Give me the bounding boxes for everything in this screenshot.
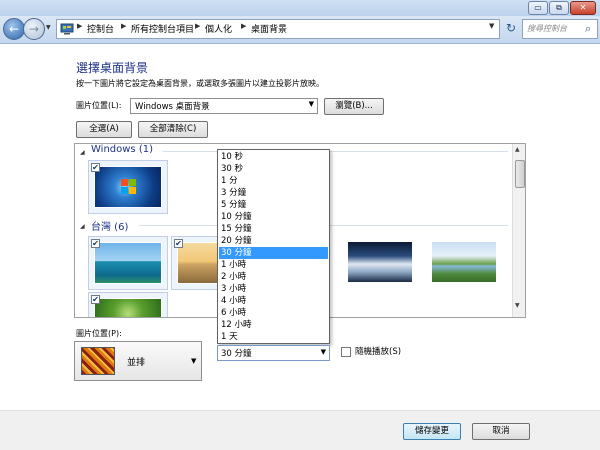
chevron-right-icon: ▶ bbox=[241, 22, 247, 30]
scroll-down-icon[interactable]: ▼ bbox=[515, 302, 520, 309]
time-option[interactable]: 30 分鐘 bbox=[219, 247, 328, 259]
collapse-triangle-icon[interactable]: ◢ bbox=[80, 223, 85, 230]
chevron-down-icon[interactable]: ▼ bbox=[489, 22, 494, 30]
select-all-button[interactable]: 全選(A) bbox=[76, 121, 132, 138]
scroll-up-icon[interactable]: ▲ bbox=[515, 146, 520, 153]
search-placeholder: 搜尋控制台 bbox=[527, 24, 567, 33]
breadcrumb-desktop-background[interactable]: 桌面背景 bbox=[251, 22, 287, 35]
time-option[interactable]: 15 分鐘 bbox=[219, 223, 328, 235]
time-option[interactable]: 20 分鐘 bbox=[219, 235, 328, 247]
time-option[interactable]: 3 小時 bbox=[219, 283, 328, 295]
group-header-windows[interactable]: Windows (1) bbox=[91, 144, 153, 155]
wallpaper-image-coast bbox=[94, 242, 162, 284]
time-option[interactable]: 12 小時 bbox=[219, 319, 328, 331]
picture-location-value: Windows 桌面背景 bbox=[135, 102, 210, 112]
clear-all-button[interactable]: 全部清除(C) bbox=[138, 121, 208, 138]
back-button[interactable]: ← bbox=[3, 18, 25, 40]
wallpaper-image-sea-of-clouds[interactable] bbox=[347, 241, 413, 283]
chevron-down-icon: ▼ bbox=[320, 348, 326, 356]
picture-position-value: 並排 bbox=[127, 358, 146, 368]
maximize-button[interactable]: ⧉ bbox=[549, 1, 569, 15]
search-icon: ⌕ bbox=[585, 22, 592, 35]
time-interval-listbox[interactable]: 10 秒 30 秒1 分3 分鐘 5 分鐘 10 分鐘 15 分鐘 20 分鐘 30 分鐘 1… bbox=[217, 149, 330, 344]
time-option[interactable]: 6 小時 bbox=[219, 307, 328, 319]
breadcrumb-all-items[interactable]: 所有控制台項目 bbox=[131, 22, 194, 35]
time-option[interactable]: 3 分鐘 bbox=[219, 187, 328, 199]
wallpaper-checkbox[interactable]: ✔ bbox=[91, 239, 100, 248]
arrow-left-icon: ← bbox=[8, 22, 20, 36]
chevron-right-icon: ▶ bbox=[195, 22, 201, 30]
time-option[interactable]: 2 小時 bbox=[219, 271, 328, 283]
recent-pages-dropdown[interactable]: ▼ bbox=[46, 24, 54, 34]
close-button[interactable]: ✕ bbox=[570, 1, 596, 15]
breadcrumb-control-panel[interactable]: 控制台 bbox=[87, 22, 114, 35]
page-title: 選擇桌面背景 bbox=[76, 61, 149, 75]
wallpaper-checkbox[interactable]: ✔ bbox=[91, 295, 100, 304]
breadcrumb-personalization[interactable]: 個人化 bbox=[205, 22, 232, 35]
minimize-button[interactable]: ▭ bbox=[528, 1, 548, 15]
time-option[interactable]: 10 分鐘 bbox=[219, 211, 328, 223]
time-option[interactable]: 5 分鐘 bbox=[219, 199, 328, 211]
wallpaper-checkbox[interactable]: ✔ bbox=[174, 239, 183, 248]
control-panel-icon bbox=[60, 23, 74, 35]
wallpaper-image-rice-field[interactable] bbox=[431, 241, 497, 283]
wallpaper-image-tree bbox=[94, 298, 162, 317]
picture-location-select[interactable]: Windows 桌面背景 ▼ bbox=[130, 98, 318, 114]
chevron-right-icon: ▶ bbox=[121, 22, 127, 30]
time-option[interactable]: 30 秒 bbox=[219, 163, 328, 175]
vertical-scrollbar[interactable]: ▲ ▼ bbox=[512, 144, 525, 317]
shuffle-label[interactable]: 隨機播放(S) bbox=[355, 345, 401, 357]
scrollbar-thumb[interactable] bbox=[515, 160, 525, 188]
collapse-triangle-icon[interactable]: ◢ bbox=[80, 149, 85, 156]
chevron-down-icon: ▼ bbox=[191, 357, 197, 365]
time-option[interactable]: 1 分 bbox=[219, 175, 328, 187]
group-divider bbox=[163, 151, 508, 152]
shuffle-checkbox[interactable] bbox=[341, 347, 351, 357]
time-option[interactable]: 1 小時 bbox=[219, 259, 328, 271]
picture-location-label: 圖片位置(L): bbox=[76, 101, 122, 110]
save-changes-button[interactable]: 儲存變更 bbox=[403, 423, 461, 440]
refresh-icon: ↻ bbox=[505, 21, 517, 35]
refresh-button[interactable]: ↻ bbox=[503, 19, 519, 39]
wallpaper-thumbnail[interactable]: ✔ bbox=[88, 292, 168, 317]
time-interval-value: 30 分鐘 bbox=[221, 349, 252, 359]
time-option[interactable]: 10 秒 bbox=[219, 151, 328, 163]
forward-button[interactable]: → bbox=[23, 18, 45, 40]
group-header-taiwan[interactable]: 台灣 (6) bbox=[91, 218, 128, 233]
tile-preview-icon bbox=[81, 347, 115, 375]
chevron-down-icon: ▼ bbox=[308, 100, 314, 108]
wallpaper-image-windows bbox=[94, 166, 162, 208]
browse-button[interactable]: 瀏覽(B)... bbox=[324, 98, 384, 115]
wallpaper-checkbox[interactable]: ✔ bbox=[91, 163, 100, 172]
search-input[interactable]: 搜尋控制台 ⌕ bbox=[522, 19, 598, 39]
page-description: 按一下圖片將它設定為桌面背景，或選取多張圖片以建立投影片放映。 bbox=[76, 79, 324, 88]
chevron-right-icon: ▶ bbox=[77, 22, 83, 30]
title-bar bbox=[0, 0, 600, 16]
address-bar[interactable]: ▶ 控制台 ▶ 所有控制台項目 ▶ 個人化 ▶ 桌面背景 ▼ bbox=[56, 19, 500, 39]
time-interval-select[interactable]: 30 分鐘 ▼ bbox=[217, 345, 330, 361]
wallpaper-thumbnail[interactable]: ✔ bbox=[88, 236, 168, 290]
picture-position-select[interactable]: 並排 ▼ bbox=[74, 341, 202, 381]
time-option[interactable]: 1 天 bbox=[219, 331, 328, 343]
picture-position-label: 圖片位置(P): bbox=[76, 329, 122, 338]
chevron-down-icon: ▼ bbox=[46, 24, 51, 31]
arrow-right-icon: → bbox=[28, 22, 40, 36]
wallpaper-thumbnail[interactable]: ✔ bbox=[88, 160, 168, 214]
time-option[interactable]: 4 小時 bbox=[219, 295, 328, 307]
windows-logo-icon bbox=[121, 179, 136, 194]
cancel-button[interactable]: 取消 bbox=[472, 423, 530, 440]
